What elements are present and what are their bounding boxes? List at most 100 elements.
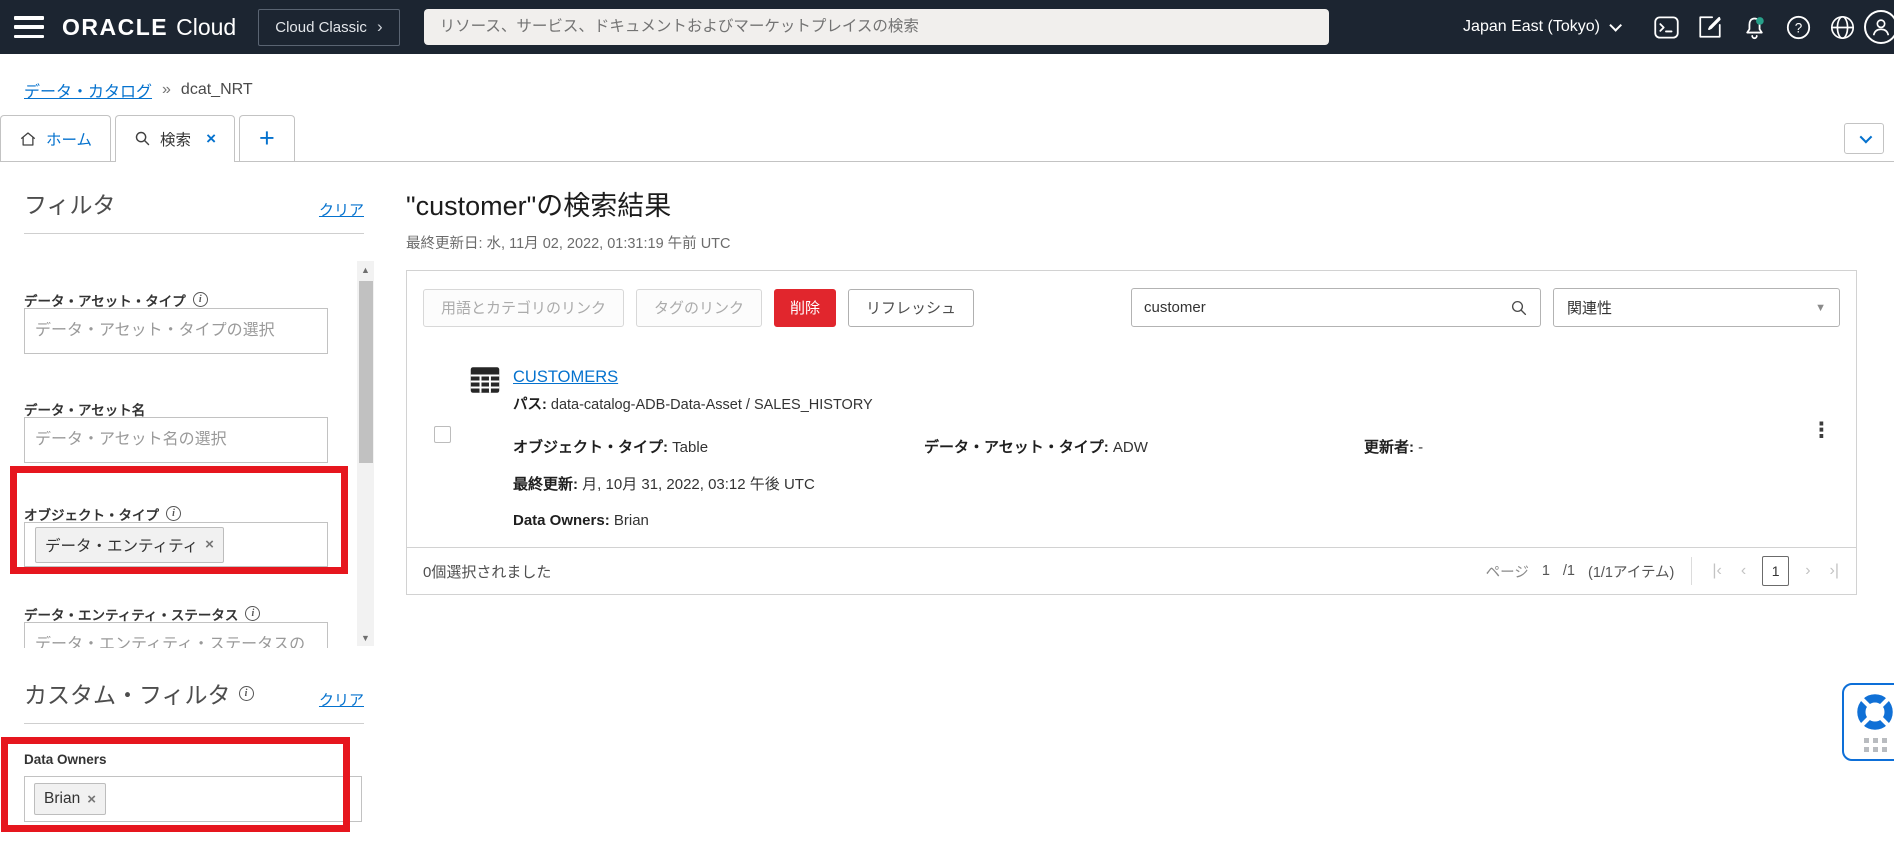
sidebar-scrollbar[interactable]: ▲ ▼ xyxy=(357,261,374,646)
result-asset-type: データ・アセット・タイプ: ADW xyxy=(924,436,1364,457)
scroll-down-icon[interactable]: ▼ xyxy=(357,629,374,646)
breadcrumb: データ・カタログ » dcat_NRT xyxy=(0,54,1894,115)
entity-status-field[interactable] xyxy=(24,622,328,648)
sort-select-value: 関連性 xyxy=(1567,297,1612,318)
tab-close-icon[interactable]: × xyxy=(206,129,216,149)
object-type-label: オブジェクト・タイプ i xyxy=(24,505,328,522)
global-search-input[interactable] xyxy=(440,18,1313,36)
data-owners-chip: Brian × xyxy=(34,783,106,815)
table-icon xyxy=(467,362,503,403)
result-data-owners: Data Owners: Brian xyxy=(513,512,1840,529)
data-owners-label: Data Owners xyxy=(24,752,390,767)
info-icon[interactable]: i xyxy=(239,686,254,701)
next-page-icon: › xyxy=(1802,562,1813,580)
region-selector[interactable]: Japan East (Tokyo) xyxy=(1463,18,1618,36)
filters-scroll-area: データ・アセット・タイプ i データ・アセット名 オブジェクト・タイプ i デー… xyxy=(0,234,390,648)
result-path: パス: data-catalog-ADB-Data-Asset / SALES_… xyxy=(513,393,1840,414)
tab-search-label: 検索 xyxy=(160,128,191,150)
region-label: Japan East (Tokyo) xyxy=(1463,18,1600,36)
custom-filters-clear-link[interactable]: クリア xyxy=(319,689,364,710)
tab-home[interactable]: ホーム xyxy=(0,115,111,161)
object-type-chip: データ・エンティティ × xyxy=(35,527,224,563)
entity-status-input[interactable] xyxy=(35,636,317,648)
sort-select[interactable]: 関連性 ▼ xyxy=(1553,288,1840,327)
selection-count-text: 0個選択されました xyxy=(423,561,551,582)
result-name-link[interactable]: CUSTOMERS xyxy=(513,368,618,387)
svg-text:?: ? xyxy=(1794,20,1802,35)
last-page-icon: ›| xyxy=(1827,562,1842,580)
breadcrumb-data-catalog-link[interactable]: データ・カタログ xyxy=(24,78,152,102)
data-asset-name-field[interactable] xyxy=(24,417,328,463)
results-search-box[interactable] xyxy=(1131,288,1541,327)
scrollbar-thumb[interactable] xyxy=(359,281,373,463)
data-asset-name-input[interactable] xyxy=(35,431,317,449)
entity-status-label: データ・エンティティ・ステータス i xyxy=(24,605,328,622)
last-updated-text: 最終更新日: 水, 11月 02, 2022, 01:31:19 午前 UTC xyxy=(406,232,1894,253)
result-updated-by: 更新者: - xyxy=(1364,436,1840,457)
link-terms-button: 用語とカテゴリのリンク xyxy=(423,289,624,327)
globe-icon[interactable] xyxy=(1820,7,1864,47)
global-search-box[interactable] xyxy=(424,9,1329,45)
result-object-type: オブジェクト・タイプ: Table xyxy=(513,436,924,457)
page-number-box[interactable]: 1 xyxy=(1762,556,1789,586)
remove-chip-icon[interactable]: × xyxy=(205,537,214,552)
cloud-classic-button[interactable]: Cloud Classic › xyxy=(258,9,399,46)
drag-handle-dots-icon[interactable] xyxy=(1864,738,1887,752)
tab-add-button[interactable]: + xyxy=(239,115,295,161)
info-icon[interactable]: i xyxy=(166,506,181,521)
tabbar: ホーム 検索 × + xyxy=(0,115,1894,162)
object-type-field[interactable]: データ・エンティティ × xyxy=(24,522,328,567)
data-asset-type-field[interactable] xyxy=(24,308,328,354)
prev-page-icon: ‹ xyxy=(1738,562,1749,580)
notifications-bell-icon[interactable] xyxy=(1732,7,1776,47)
results-search-input[interactable] xyxy=(1144,299,1510,316)
help-icon[interactable]: ? xyxy=(1776,7,1820,47)
filters-title: フィルタ xyxy=(24,186,116,220)
tab-overflow-button[interactable] xyxy=(1844,123,1884,154)
data-owners-filter: Data Owners Brian × xyxy=(0,724,390,822)
page-label: ページ xyxy=(1486,561,1529,582)
topbar: ORACLE Cloud Cloud Classic › Japan East … xyxy=(0,0,1894,54)
tab-search[interactable]: 検索 × xyxy=(115,115,235,161)
chevron-right-icon: › xyxy=(377,22,383,32)
info-icon[interactable]: i xyxy=(245,606,260,621)
breadcrumb-separator: » xyxy=(162,81,171,99)
data-asset-type-input[interactable] xyxy=(35,322,317,340)
divider xyxy=(1691,557,1692,585)
home-icon xyxy=(19,130,37,148)
data-owners-field[interactable]: Brian × xyxy=(24,776,362,822)
chevron-down-icon xyxy=(1609,19,1622,32)
result-last-updated: 最終更新: 月, 10月 31, 2022, 03:12 午後 UTC xyxy=(513,473,1840,494)
search-results-main: "customer"の検索結果 最終更新日: 水, 11月 02, 2022, … xyxy=(406,162,1894,865)
filters-header: フィルタ クリア xyxy=(0,162,390,233)
custom-filters-title: カスタム・フィルタ i xyxy=(24,676,254,710)
custom-filters-header: カスタム・フィルタ i クリア xyxy=(0,648,390,723)
refresh-button[interactable]: リフレッシュ xyxy=(848,289,974,327)
delete-button[interactable]: 削除 xyxy=(774,289,836,327)
filter-sidebar: フィルタ クリア データ・アセット・タイプ i データ・アセット名 オブジェクト… xyxy=(0,162,390,865)
results-card: 用語とカテゴリのリンク タグのリンク 削除 リフレッシュ 関連性 ▼ xyxy=(406,270,1857,595)
cloud-classic-label: Cloud Classic xyxy=(275,19,367,36)
search-icon xyxy=(134,130,151,147)
brand-cloud: Cloud xyxy=(176,14,236,41)
result-row: CUSTOMERS パス: data-catalog-ADB-Data-Asse… xyxy=(407,344,1856,547)
life-ring-icon xyxy=(1856,693,1894,731)
first-page-icon: |‹ xyxy=(1709,562,1724,580)
scroll-up-icon[interactable]: ▲ xyxy=(357,261,374,278)
menu-icon[interactable] xyxy=(14,16,44,38)
page-current-text: 1 xyxy=(1542,563,1550,579)
breadcrumb-current: dcat_NRT xyxy=(181,81,253,99)
chevron-down-icon xyxy=(1859,131,1872,144)
announcements-icon[interactable] xyxy=(1688,7,1732,47)
help-launcher-widget[interactable] xyxy=(1842,683,1894,761)
data-asset-name-label: データ・アセット名 xyxy=(24,400,328,417)
cloud-shell-icon[interactable] xyxy=(1644,7,1688,47)
remove-chip-icon[interactable]: × xyxy=(87,792,96,807)
oracle-cloud-logo[interactable]: ORACLE Cloud xyxy=(62,14,236,41)
results-footer: 0個選択されました ページ 1 /1 (1/1アイテム) |‹ ‹ 1 › ›| xyxy=(407,547,1856,594)
kebab-menu-icon[interactable]: ⋮ xyxy=(1811,420,1832,441)
info-icon[interactable]: i xyxy=(193,292,208,307)
result-checkbox[interactable] xyxy=(434,426,451,443)
filters-clear-link[interactable]: クリア xyxy=(319,199,364,220)
user-avatar[interactable] xyxy=(1864,10,1894,44)
